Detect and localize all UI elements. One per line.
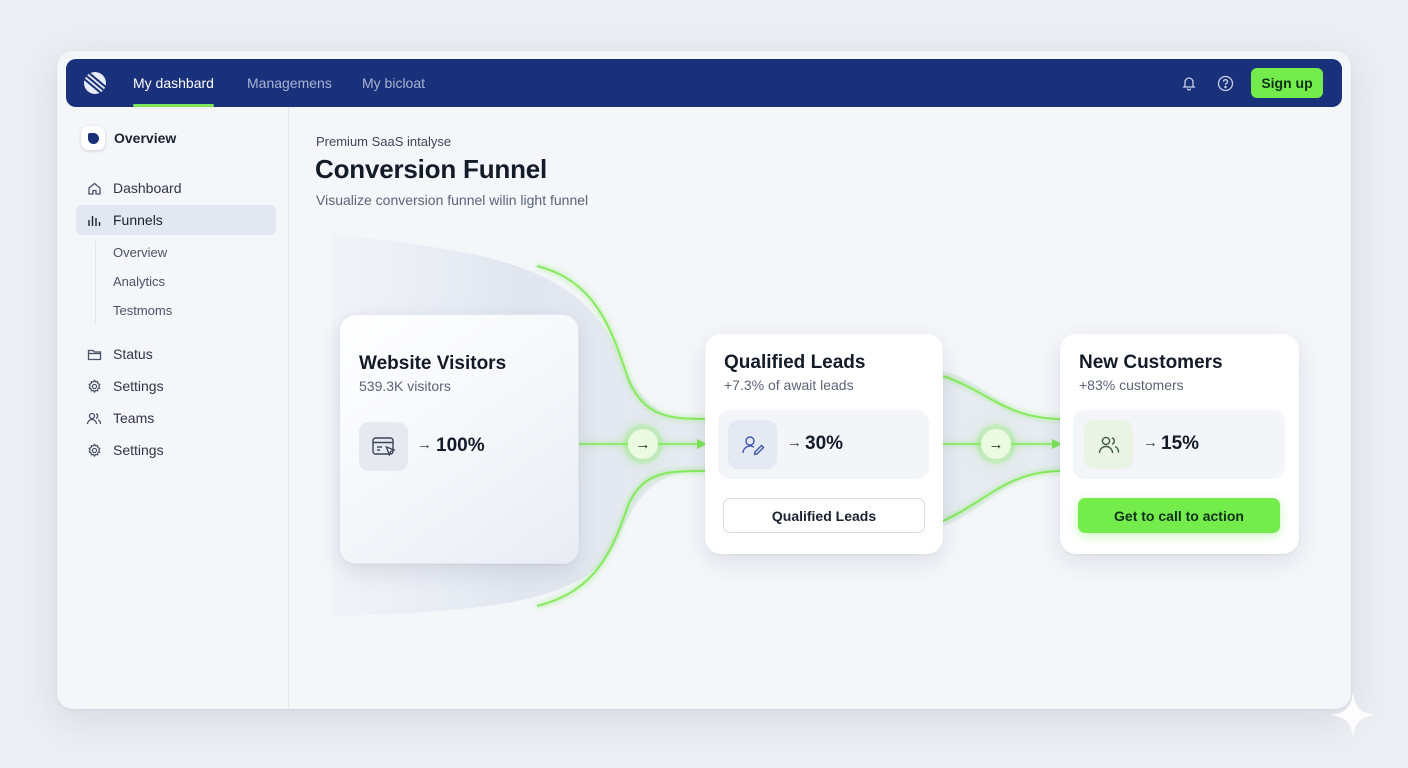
card-subtitle: 539.3K visitors xyxy=(359,378,451,394)
metric-arrow: → xyxy=(787,434,802,451)
sidebar-subitem-testmoms[interactable]: Testmoms xyxy=(113,303,172,318)
page-subtitle: Visualize conversion funnel wilin light … xyxy=(316,192,589,208)
card-subtitle: +7.3% of await leads xyxy=(724,377,854,393)
funnel-card-qualified-leads: Qualified Leads +7.3% of await leads → 3… xyxy=(705,334,943,554)
flow-arrow-node-2: → xyxy=(981,429,1011,459)
card-title: Qualified Leads xyxy=(724,352,866,373)
logo-icon[interactable] xyxy=(84,72,106,94)
card-title: Website Visitors xyxy=(359,353,507,374)
sidebar-item-label: Settings xyxy=(113,378,164,394)
sidebar-subitem-overview[interactable]: Overview xyxy=(113,245,167,260)
nav-tab-my-bicloat[interactable]: My bicloat xyxy=(362,59,425,107)
flow-arrow-node-1: → xyxy=(628,429,658,459)
metric-value: 15% xyxy=(1161,433,1200,454)
sidebar-item-label: Teams xyxy=(113,410,155,426)
metric-value: 100% xyxy=(436,435,485,456)
sidebar-item-settings-2[interactable]: Settings xyxy=(76,435,276,465)
sidebar-item-label: Settings xyxy=(113,442,164,458)
metric-arrow: → xyxy=(417,436,432,453)
funnel-card-website-visitors: Website Visitors 539.3K visitors → 100% xyxy=(339,314,579,564)
user-edit-icon xyxy=(728,420,777,469)
call-to-action-button[interactable]: Get to call to action xyxy=(1078,498,1280,533)
home-icon xyxy=(86,180,102,196)
gear-icon xyxy=(86,378,102,394)
users-icon xyxy=(1084,420,1133,469)
app-window: My dashbard Managemens My bicloat Sign u… xyxy=(57,51,1351,709)
sidebar-item-teams[interactable]: Teams xyxy=(76,403,276,433)
qualified-leads-button[interactable]: Qualified Leads xyxy=(723,498,925,533)
folder-icon xyxy=(86,346,102,362)
top-nav-bar: My dashbard Managemens My bicloat Sign u… xyxy=(66,59,1342,107)
overview-icon xyxy=(81,126,105,150)
page-eyebrow: Premium SaaS intalyse xyxy=(316,134,452,149)
sidebar-overview-label: Overview xyxy=(114,130,177,146)
users-icon xyxy=(86,410,102,426)
page-title: Conversion Funnel xyxy=(315,154,548,184)
funnel-card-new-customers: New Customers +83% customers → 15% Get t… xyxy=(1060,334,1299,554)
bell-icon[interactable] xyxy=(1179,73,1199,93)
sparkle-icon xyxy=(1330,692,1376,738)
submenu-divider xyxy=(95,241,96,323)
sidebar-item-dashboard[interactable]: Dashboard xyxy=(76,173,276,203)
metric-row: → 30% xyxy=(718,410,929,479)
help-icon[interactable] xyxy=(1215,73,1235,93)
sidebar-subitem-analytics[interactable]: Analytics xyxy=(113,274,165,289)
sidebar-item-label: Dashboard xyxy=(113,180,182,196)
card-title: New Customers xyxy=(1079,352,1223,373)
card-subtitle: +83% customers xyxy=(1079,377,1184,393)
sidebar-overview-header[interactable]: Overview xyxy=(81,125,176,151)
sidebar: Overview Dashboard Funnels Overview Anal… xyxy=(57,107,289,709)
nav-tab-managemens[interactable]: Managemens xyxy=(247,59,332,107)
bar-chart-icon xyxy=(86,212,102,228)
sidebar-item-label: Funnels xyxy=(113,212,163,228)
nav-tab-my-dashboard[interactable]: My dashbard xyxy=(133,59,214,107)
sidebar-item-status[interactable]: Status xyxy=(76,339,276,369)
metric-value: 30% xyxy=(805,433,844,454)
sign-up-button[interactable]: Sign up xyxy=(1251,68,1323,98)
sidebar-item-funnels[interactable]: Funnels xyxy=(76,205,276,235)
sidebar-item-settings[interactable]: Settings xyxy=(76,371,276,401)
gear-icon xyxy=(86,442,102,458)
sidebar-item-label: Status xyxy=(113,346,153,362)
metric-arrow: → xyxy=(1143,434,1158,451)
metric-row: → 15% xyxy=(1073,410,1285,479)
browser-cursor-icon xyxy=(359,422,408,471)
